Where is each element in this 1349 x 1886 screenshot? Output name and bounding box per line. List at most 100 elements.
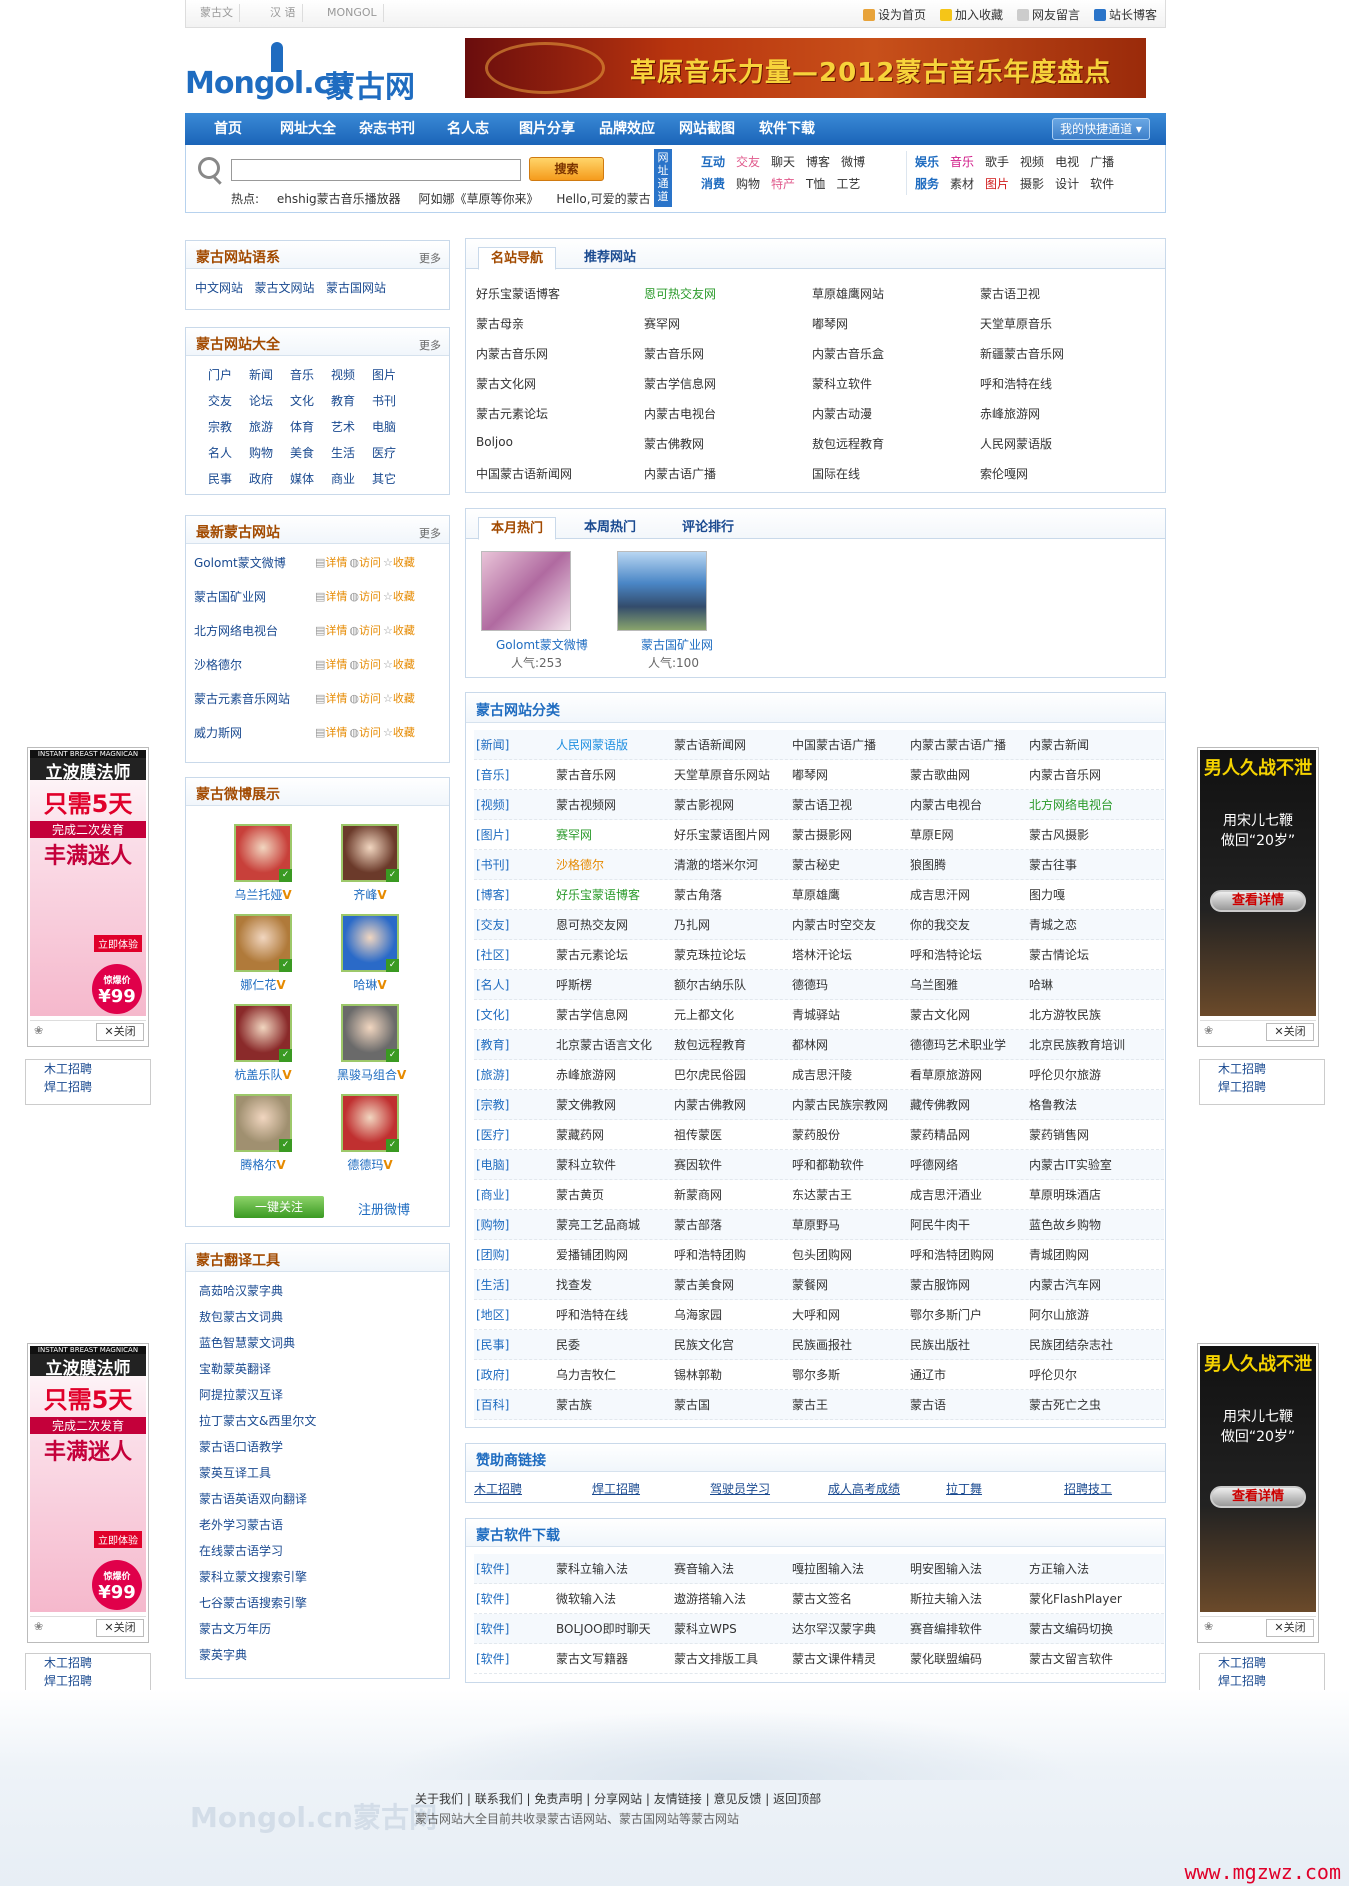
category-site-link[interactable]: 民族团结杂志社 [1029,1330,1113,1360]
software-link[interactable]: 蒙科立WPS [674,1614,737,1644]
category-site-link[interactable]: 内蒙古时空交友 [792,910,876,940]
category-site-link[interactable]: 蒙餐网 [792,1270,828,1300]
directory-link[interactable]: 门户 [208,366,232,383]
category-site-link[interactable]: 呼伦贝尔旅游 [1029,1060,1101,1090]
category-site-link[interactable]: 蒙药股份 [792,1120,840,1150]
newest-site-link[interactable]: 蒙古国矿业网 [194,588,266,605]
category-site-link[interactable]: 乌海家园 [674,1300,722,1330]
guestbook-link[interactable]: 网友留言 [1016,6,1080,23]
action-2[interactable]: 收藏 [393,624,415,637]
category-site-link[interactable]: 呼和浩特团购 [674,1240,746,1270]
translation-link[interactable]: 阿提拉蒙汉互译 [199,1382,449,1408]
weibo-user-name[interactable]: 乌兰托娅V [230,886,296,903]
category-site-link[interactable]: 呼和浩特团购网 [910,1240,994,1270]
job-link[interactable]: 木工招聘 [1200,1060,1324,1078]
directory-link[interactable]: 教育 [331,392,355,409]
action-1[interactable]: 访问 [359,692,381,705]
category-site-link[interactable]: 嘟琴网 [792,760,828,790]
category-label[interactable]: [旅游] [476,1060,509,1090]
action-0[interactable]: 详情 [325,692,347,705]
footer-link[interactable]: 分享网站 [594,1792,642,1806]
category-site-link[interactable]: 内蒙古电视台 [910,790,982,820]
software-label[interactable]: [软件] [476,1614,509,1644]
category-label[interactable]: [社区] [476,940,509,970]
category-site-link[interactable]: 通辽市 [910,1360,946,1390]
software-link[interactable]: 达尔罕汉蒙字典 [792,1614,876,1644]
action-0[interactable]: 详情 [325,726,347,739]
category-site-link[interactable]: 阿尔山旅游 [1029,1300,1089,1330]
category-site-link[interactable]: 图力嘎 [1029,880,1065,910]
famous-site-link[interactable]: Boljoo [476,435,513,449]
famous-site-link[interactable]: 嘟琴网 [812,315,848,332]
directory-link[interactable]: 其它 [372,470,396,487]
category-site-link[interactable]: 中国蒙古语广播 [792,730,876,760]
category-label[interactable]: [书刊] [476,850,509,880]
category-site-link[interactable]: 内蒙古音乐网 [1029,760,1101,790]
software-link[interactable]: 蒙古文留言软件 [1029,1644,1113,1674]
category-site-link[interactable]: 蒙古服饰网 [910,1270,970,1300]
newest-site-link[interactable]: 蒙古元素音乐网站 [194,690,290,707]
category-site-link[interactable]: 呼和浩特在线 [556,1300,628,1330]
category-label[interactable]: [民事] [476,1330,509,1360]
action-2[interactable]: 收藏 [393,726,415,739]
directory-link[interactable]: 生活 [331,444,355,461]
category-site-link[interactable]: 内蒙古新闻 [1029,730,1089,760]
category-site-link[interactable]: 呼斯楞 [556,970,592,1000]
avatar[interactable]: ✓ [341,824,399,882]
software-link[interactable]: 蒙古文排版工具 [674,1644,758,1674]
category-site-link[interactable]: 蒙古音乐网 [556,760,616,790]
famous-site-link[interactable]: 好乐宝蒙语博客 [476,285,560,302]
translation-link[interactable]: 敖包蒙古文词典 [199,1304,449,1330]
hot-link[interactable]: Hello,可爱的蒙古 [556,192,650,206]
category-site-link[interactable]: 看草原旅游网 [910,1060,982,1090]
action-1[interactable]: 访问 [359,590,381,603]
hot-link[interactable]: 阿如娜《草原等你来》 [419,192,539,206]
footer-link[interactable]: 免责声明 [534,1792,582,1806]
directory-link[interactable]: 交友 [208,392,232,409]
avatar[interactable]: ✓ [341,1094,399,1152]
weibo-user-name[interactable]: 黑骏马组合V [337,1066,406,1083]
action-0[interactable]: 详情 [325,556,347,569]
famous-site-link[interactable]: 蒙古音乐网 [644,345,704,362]
category-site-link[interactable]: 恩可热交友网 [556,910,628,940]
category-site-link[interactable]: 清澈的塔米尔河 [674,850,758,880]
software-link[interactable]: 蒙古文写籍器 [556,1644,628,1674]
category-site-link[interactable]: 民委 [556,1330,580,1360]
close-ad-button[interactable]: ✕关闭 [96,1023,144,1041]
category-label[interactable]: [生活] [476,1270,509,1300]
category-site-link[interactable]: 蒙古秘史 [792,850,840,880]
category-label[interactable]: [地区] [476,1300,509,1330]
job-link[interactable]: 焊工招聘 [1200,1672,1324,1690]
avatar[interactable]: ✓ [234,1004,292,1062]
category-label[interactable]: [交友] [476,910,509,940]
close-ad-button[interactable]: ✕关闭 [1266,1023,1314,1041]
nav-screenshots[interactable]: 网站截图 [679,113,735,145]
category-site-link[interactable]: 哈琳 [1029,970,1053,1000]
link-chinese-sites[interactable]: 中文网站 [195,281,243,295]
famous-site-link[interactable]: 赛罕网 [644,315,680,332]
category-site-link[interactable]: 青城之恋 [1029,910,1077,940]
category-label[interactable]: [宗教] [476,1090,509,1120]
category-site-link[interactable]: 内蒙古IT实验室 [1029,1150,1112,1180]
footer-link[interactable]: 联系我们 [475,1792,523,1806]
weibo-user-name[interactable]: 杭盖乐队V [230,1066,296,1083]
translation-link[interactable]: 蒙古语英语双向翻译 [199,1486,449,1512]
category-site-link[interactable]: 藏传佛教网 [910,1090,970,1120]
category-site-link[interactable]: 蒙古影视网 [674,790,734,820]
category-site-link[interactable]: 蒙古歌曲网 [910,760,970,790]
category-site-link[interactable]: 蒙古黄页 [556,1180,604,1210]
famous-site-link[interactable]: 中国蒙古语新闻网 [476,465,572,482]
category-site-link[interactable]: 大呼和网 [792,1300,840,1330]
category-site-link[interactable]: 鄂尔多斯门户 [910,1300,982,1330]
tab-recommended[interactable]: 推荐网站 [572,247,648,270]
software-link[interactable]: 方正输入法 [1029,1554,1089,1584]
job-link[interactable]: 焊工招聘 [26,1078,150,1096]
category-label[interactable]: [百科] [476,1390,509,1420]
lang-mongolian[interactable]: 蒙古文 [194,4,240,22]
category-label[interactable]: [文化] [476,1000,509,1030]
more-link[interactable]: 更多 [419,250,441,266]
category-label[interactable]: [教育] [476,1030,509,1060]
category-label[interactable]: [图片] [476,820,509,850]
software-link[interactable]: 遨游搭输入法 [674,1584,746,1614]
lang-mongol[interactable]: MONGOL [321,4,384,22]
